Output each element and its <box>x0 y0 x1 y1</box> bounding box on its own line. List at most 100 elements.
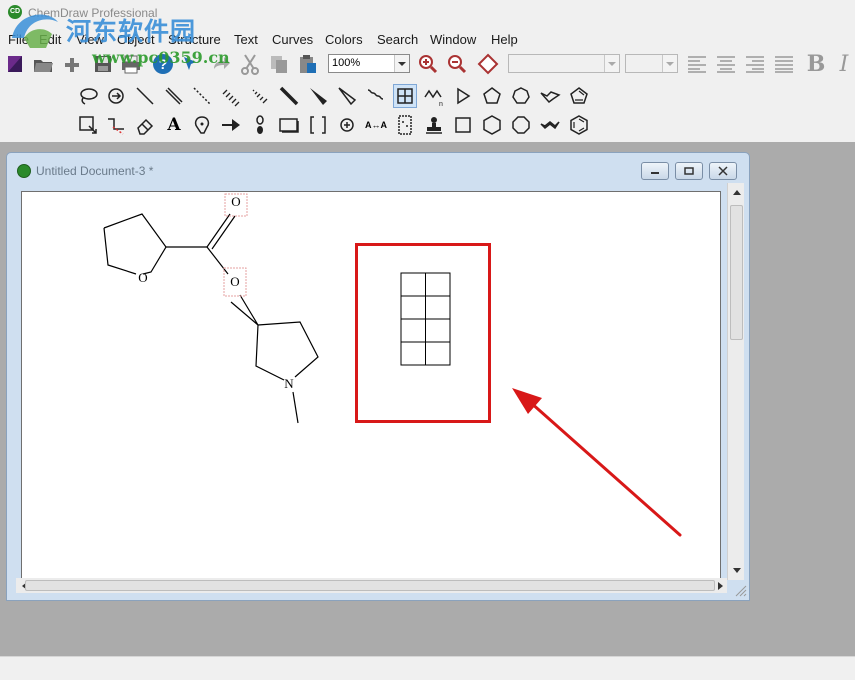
stamp-tool[interactable] <box>422 113 446 137</box>
menu-structure[interactable]: Structure <box>168 30 221 47</box>
scroll-right-arrow[interactable] <box>713 578 728 593</box>
menu-view[interactable]: View <box>76 30 104 47</box>
scroll-up-arrow[interactable] <box>729 184 744 199</box>
zoom-out-button[interactable] <box>445 52 469 76</box>
zoom-select[interactable]: 100% <box>328 54 410 73</box>
structure-perspective-tool[interactable] <box>104 84 128 108</box>
menu-edit[interactable]: Edit <box>39 30 61 47</box>
font-size-select[interactable] <box>625 54 678 73</box>
table-tool[interactable] <box>393 84 417 108</box>
text-tool[interactable]: A <box>162 113 186 137</box>
double-bond-tool[interactable] <box>162 84 186 108</box>
menu-object[interactable]: Object <box>117 30 155 47</box>
open-button[interactable] <box>31 52 55 76</box>
paste-button[interactable] <box>296 52 320 76</box>
cyclobutane-tool[interactable] <box>451 113 475 137</box>
arrow-tool[interactable] <box>219 113 243 137</box>
menu-search[interactable]: Search <box>377 30 418 47</box>
cyclopentadiene-icon <box>570 87 588 104</box>
tlc-plate-tool[interactable] <box>393 113 417 137</box>
chemical-symbols-tool[interactable] <box>335 113 359 137</box>
cycloheptane-tool[interactable] <box>509 84 533 108</box>
print-button[interactable] <box>119 52 143 76</box>
query-tool[interactable]: A↔A <box>364 113 388 137</box>
hashed-bond-tool[interactable] <box>219 84 243 108</box>
chevron-down-icon <box>662 55 677 72</box>
save-button[interactable] <box>91 52 115 76</box>
context-help-button[interactable] <box>179 52 203 76</box>
resize-grip-icon[interactable] <box>733 583 747 597</box>
scroll-down-arrow[interactable] <box>729 563 744 578</box>
horizontal-scroll-thumb[interactable] <box>25 580 715 591</box>
bold-bond-tool[interactable] <box>277 84 301 108</box>
brackets-tool[interactable] <box>306 113 330 137</box>
new-document-button[interactable] <box>4 52 28 76</box>
bold-button[interactable]: B <box>804 51 828 77</box>
align-right-button[interactable] <box>743 52 767 76</box>
heptagon-ring-icon <box>512 87 530 104</box>
restore-button[interactable] <box>675 162 703 180</box>
dashed-bond-tool[interactable] <box>190 84 214 108</box>
wedge-bond-tool[interactable] <box>306 84 330 108</box>
redo-icon <box>214 57 230 69</box>
italic-button[interactable]: I <box>832 52 855 77</box>
menu-help[interactable]: Help <box>491 30 518 47</box>
cyclooctane-tool[interactable] <box>509 113 533 137</box>
hashed-wedge-tool[interactable] <box>248 84 272 108</box>
templates-button[interactable] <box>60 52 84 76</box>
fit-to-window-button[interactable] <box>476 52 500 76</box>
wavy-bond-tool[interactable] <box>364 84 388 108</box>
redo-button[interactable] <box>209 52 233 76</box>
orbital-tool[interactable] <box>248 113 272 137</box>
marquee-tool[interactable] <box>76 113 100 137</box>
align-left-button[interactable] <box>685 52 709 76</box>
horizontal-scrollbar[interactable] <box>16 578 727 593</box>
atom-label[interactable]: O <box>231 194 240 209</box>
align-center-icon <box>717 56 735 73</box>
cyclopentadiene-tool[interactable] <box>567 84 591 108</box>
zoom-in-button[interactable] <box>416 52 440 76</box>
status-bar <box>0 656 855 680</box>
zoom-value: 100% <box>332 57 361 69</box>
atom-label[interactable]: O <box>138 270 147 285</box>
atom-label[interactable]: O <box>230 274 239 289</box>
font-select[interactable] <box>508 54 620 73</box>
chain-tool[interactable]: n <box>422 84 446 108</box>
close-button[interactable] <box>709 162 737 180</box>
cyclohexane-tool[interactable] <box>480 113 504 137</box>
justify-button[interactable] <box>772 52 796 76</box>
cyclopentane-tool[interactable] <box>480 84 504 108</box>
menu-file[interactable]: File <box>8 30 29 47</box>
print-icon <box>122 55 140 74</box>
eraser-tool[interactable] <box>133 113 157 137</box>
atom-label[interactable]: N <box>284 376 294 391</box>
bond-eraser-tool[interactable] <box>104 113 128 137</box>
help-button[interactable]: ? <box>151 52 175 76</box>
cyclohexane-boat-tool[interactable] <box>538 113 562 137</box>
app-chrome: CD ChemDraw Professional File Edit View … <box>0 0 855 142</box>
charge-symbol-icon <box>340 118 354 132</box>
pen-tool[interactable] <box>190 113 214 137</box>
title-bar: CD ChemDraw Professional <box>0 0 855 26</box>
lasso-tool[interactable] <box>76 84 100 108</box>
menu-text[interactable]: Text <box>234 30 258 47</box>
solid-bond-tool[interactable] <box>133 84 157 108</box>
benzene-tool[interactable] <box>567 113 591 137</box>
cyclohexane-chair-tool[interactable] <box>538 84 562 108</box>
drawing-elements-tool[interactable] <box>277 113 301 137</box>
menu-curves[interactable]: Curves <box>272 30 313 47</box>
cut-button[interactable] <box>238 52 262 76</box>
menu-window[interactable]: Window <box>430 30 476 47</box>
document-icon <box>17 164 31 178</box>
minimize-button[interactable] <box>641 162 669 180</box>
document-title-bar[interactable]: Untitled Document-3 * <box>7 153 749 189</box>
copy-button[interactable] <box>267 52 291 76</box>
vertical-scrollbar[interactable] <box>727 183 744 580</box>
align-center-button[interactable] <box>714 52 738 76</box>
menu-colors[interactable]: Colors <box>325 30 363 47</box>
pointer-help-icon <box>184 57 196 70</box>
cyclopropane-tool[interactable] <box>451 84 475 108</box>
hollow-wedge-tool[interactable] <box>335 84 359 108</box>
vertical-scroll-thumb[interactable] <box>730 205 743 340</box>
hexagon-ring-icon <box>483 115 501 135</box>
